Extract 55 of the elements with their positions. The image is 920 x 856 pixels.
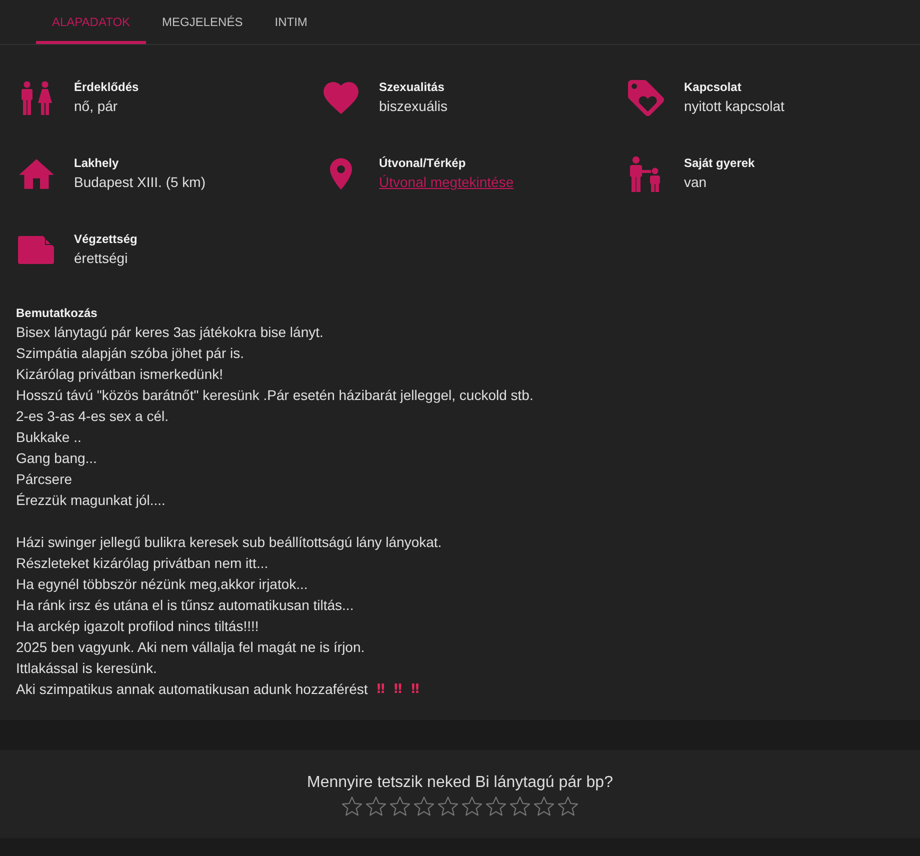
document-icon bbox=[18, 236, 54, 264]
home-icon bbox=[18, 158, 54, 188]
heart-icon bbox=[323, 82, 359, 114]
detail-label: Végzettség bbox=[74, 231, 138, 248]
detail-label: Érdeklődés bbox=[74, 79, 139, 96]
detail-label: Saját gyerek bbox=[684, 155, 755, 172]
detail-label: Szexualitás bbox=[379, 79, 446, 96]
adult-child-icon bbox=[629, 156, 663, 192]
description-line: Párcsere bbox=[16, 470, 72, 489]
section-title: Bemutatkozás bbox=[16, 305, 98, 322]
star-rating[interactable] bbox=[342, 796, 578, 816]
detail-value: nyitott kapcsolat bbox=[684, 97, 784, 116]
description-line: Bisex lánytagú pár keres 3as játékokra bise lányt. bbox=[16, 323, 324, 342]
rating-question: Mennyire tetszik neked Bi lánytagú pár bp? bbox=[307, 773, 613, 793]
description-line: Szimpátia alapján szóba jöhet pár is. bbox=[16, 344, 244, 363]
description-line: Hosszú távú "közös barátnőt" keresünk .Pár esetén házibarát jelleggel, cuckold stb. bbox=[16, 386, 534, 405]
tab[interactable]: INTIM bbox=[258, 0, 324, 44]
star-icon[interactable] bbox=[534, 796, 554, 816]
description-line: Bukkake .. bbox=[16, 428, 82, 447]
detail-value: biszexuális bbox=[379, 97, 448, 116]
description-line: Érezzük magunkat jól.... bbox=[16, 491, 166, 510]
description-line: 2025 ben vagyunk. Aki nem vállalja fel magát ne is írjon. bbox=[16, 638, 365, 657]
description-line: Ha arckép igazolt profilod nincs tiltás!!!! bbox=[16, 617, 259, 636]
map-pin-icon bbox=[330, 156, 352, 190]
detail-value: van bbox=[684, 173, 708, 192]
star-icon[interactable] bbox=[438, 796, 458, 816]
description-line: Gang bang... bbox=[16, 449, 97, 468]
star-icon[interactable] bbox=[510, 796, 530, 816]
star-icon[interactable] bbox=[462, 796, 482, 816]
detail-value: Budapest XIII. (5 km) bbox=[74, 173, 206, 192]
description-line: Aki szimpatikus annak automatikusan adunk hozzaférést bbox=[16, 680, 368, 699]
description-line: 2-es 3-as 4-es sex a cél. bbox=[16, 407, 169, 426]
description-line: Ha ránk irsz és utána el is tűnsz automatikusan tiltás... bbox=[16, 596, 354, 615]
description-line: Ha egynél többször nézünk meg,akkor irjatok... bbox=[16, 575, 308, 594]
description-line: Ittlakással is keresünk. bbox=[16, 659, 157, 678]
star-icon[interactable] bbox=[366, 796, 386, 816]
double-exclamation-icon: ‼ bbox=[394, 682, 402, 698]
description-line: Házi swinger jellegű bulikra keresek sub beállítottságú lány lányokat. bbox=[16, 533, 442, 552]
detail-value: érettségi bbox=[74, 249, 129, 268]
star-icon[interactable] bbox=[414, 796, 434, 816]
detail-value: nő, pár bbox=[74, 97, 119, 116]
double-exclamation-icon: ‼ bbox=[376, 682, 385, 698]
description-line: Részleteket kizárólag privátban nem itt... bbox=[16, 554, 268, 573]
star-icon[interactable] bbox=[390, 796, 410, 816]
tab[interactable]: MEGJELENÉS bbox=[146, 0, 259, 44]
heart-tag-icon bbox=[628, 80, 664, 116]
star-icon[interactable] bbox=[342, 796, 362, 816]
description-line: Kizárólag privátban ismerkedünk! bbox=[16, 365, 223, 384]
star-icon[interactable] bbox=[486, 796, 506, 816]
detail-label: Kapcsolat bbox=[684, 79, 742, 96]
detail-label: Lakhely bbox=[74, 155, 120, 172]
double-exclamation-icon: ‼ bbox=[411, 682, 420, 698]
man-woman-icon bbox=[20, 80, 52, 114]
detail-label: Útvonal/Térkép bbox=[379, 155, 467, 172]
star-icon[interactable] bbox=[558, 796, 578, 816]
